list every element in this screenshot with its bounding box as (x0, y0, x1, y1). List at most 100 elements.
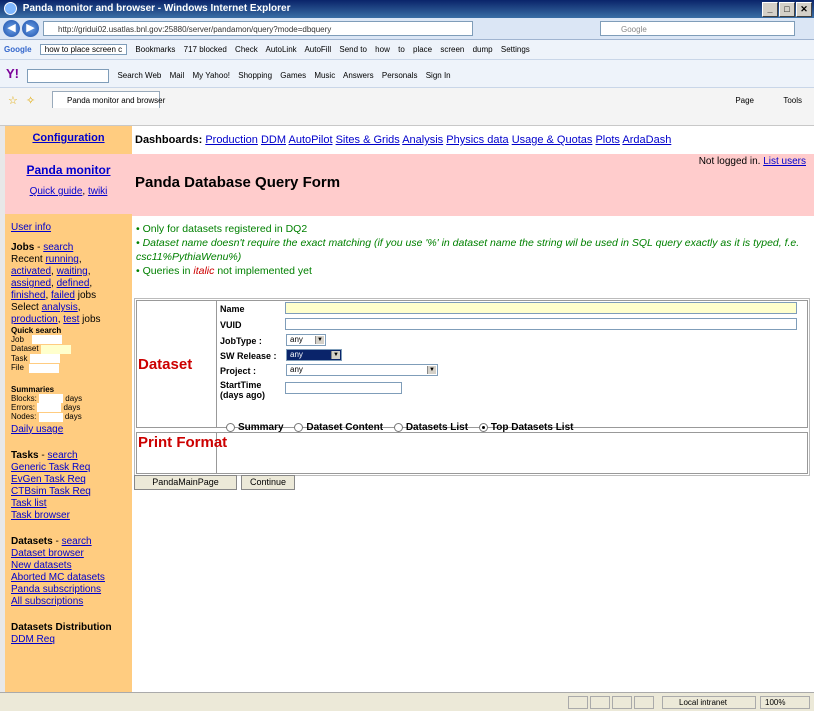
yahoo-toolbar-item[interactable]: Answers (343, 71, 374, 80)
panda-monitor-link[interactable]: Panda monitor (11, 164, 126, 176)
yahoo-toolbar-item[interactable]: Shopping (238, 71, 272, 80)
configuration-link[interactable]: Configuration (11, 132, 126, 144)
back-icon[interactable]: ◀ (3, 20, 20, 37)
errors-input[interactable] (37, 403, 62, 413)
google-search-box[interactable]: how to place screen c (39, 44, 128, 55)
nodes-input[interactable] (38, 412, 63, 422)
yahoo-toolbar-item[interactable]: Mail (170, 71, 185, 80)
tools-menu[interactable]: Tools (783, 90, 802, 112)
yahoo-toolbar-item[interactable]: Search Web (117, 71, 161, 80)
evgen-task-req-link[interactable]: EvGen Task Req (11, 474, 86, 485)
google-toolbar-item[interactable]: Send to (339, 45, 367, 54)
panda-subscriptions-link[interactable]: Panda subscriptions (11, 584, 101, 595)
google-toolbar-item[interactable]: to (398, 45, 405, 54)
dash-plots-link[interactable]: Plots (595, 134, 619, 146)
url-input[interactable]: http://gridui02.usatlas.bnl.gov:25880/se… (43, 21, 473, 36)
qs-file-input[interactable] (29, 363, 60, 373)
production-link[interactable]: production (11, 314, 58, 325)
add-favorites-icon[interactable]: ✧ (26, 90, 35, 112)
blocks-input[interactable] (39, 393, 64, 403)
qs-job-input[interactable] (32, 335, 63, 345)
daily-usage-link[interactable]: Daily usage (11, 424, 63, 435)
qs-task-input[interactable] (29, 354, 60, 364)
zoom-level[interactable]: 100% (760, 696, 810, 709)
maximize-button[interactable]: □ (779, 2, 795, 17)
dash-usage-quotas-link[interactable]: Usage & Quotas (512, 134, 593, 146)
google-toolbar-item[interactable]: screen (440, 45, 464, 54)
google-toolbar-item[interactable]: AutoFill (304, 45, 331, 54)
dash-sites-grids-link[interactable]: Sites & Grids (336, 134, 400, 146)
favorites-star-icon[interactable]: ☆ (8, 90, 18, 112)
forward-icon[interactable]: ▶ (22, 20, 39, 37)
jobtype-select[interactable]: any ▼ (286, 334, 326, 346)
google-toolbar-item[interactable]: Settings (501, 45, 530, 54)
task-list-link[interactable]: Task list (11, 498, 47, 509)
activated-link[interactable]: activated (11, 266, 51, 277)
test-link[interactable]: test (63, 314, 79, 325)
twiki-link[interactable]: twiki (88, 186, 107, 197)
yahoo-search-input[interactable] (27, 68, 110, 83)
generic-task-req-link[interactable]: Generic Task Req (11, 462, 90, 473)
failed-link[interactable]: failed (51, 290, 75, 301)
swrelease-select[interactable]: any ▼ (286, 349, 342, 361)
google-toolbar-item[interactable]: place (413, 45, 432, 54)
dataset-browser-link[interactable]: Dataset browser (11, 548, 84, 559)
running-link[interactable]: running (45, 254, 78, 265)
google-toolbar-item[interactable]: how (375, 45, 390, 54)
google-toolbar-item[interactable]: Bookmarks (135, 45, 175, 54)
dash-production-link[interactable]: Production (205, 134, 258, 146)
radio-top-datasets-list[interactable] (478, 422, 488, 432)
search-input[interactable]: Google (600, 21, 795, 36)
radio-top-datasets-list-label: Top Datasets List (490, 422, 574, 433)
page-menu[interactable]: Page (735, 90, 754, 112)
ctbsim-task-req-link[interactable]: CTBsim Task Req (11, 486, 91, 497)
tasks-search-link[interactable]: search (48, 450, 78, 461)
user-info-link[interactable]: User info (11, 222, 51, 233)
dash-analysis-link[interactable]: Analysis (402, 134, 443, 146)
defined-link[interactable]: defined (57, 278, 90, 289)
jobs-search-link[interactable]: search (43, 242, 73, 253)
name-input[interactable] (285, 302, 797, 314)
google-toolbar-item[interactable]: 717 blocked (184, 45, 227, 54)
datasets-search-link[interactable]: search (62, 536, 92, 547)
yahoo-toolbar-item[interactable]: Games (280, 71, 306, 80)
qs-dataset-input[interactable] (40, 344, 71, 354)
task-browser-link[interactable]: Task browser (11, 510, 70, 521)
tasks-section: Tasks - search Generic Task Req EvGen Ta… (11, 449, 91, 521)
minimize-button[interactable]: _ (762, 2, 778, 17)
dash-ddm-link[interactable]: DDM (261, 134, 286, 146)
vuid-input[interactable] (285, 318, 797, 330)
radio-dataset-content[interactable] (294, 422, 304, 432)
starttime-input[interactable] (285, 382, 402, 394)
continue-button[interactable]: Continue (241, 475, 295, 490)
ddm-req-link[interactable]: DDM Req (11, 634, 55, 645)
window-title: Panda monitor and browser - Windows Inte… (22, 3, 291, 14)
radio-summary[interactable] (226, 422, 235, 432)
aborted-mc-datasets-link[interactable]: Aborted MC datasets (11, 572, 105, 583)
waiting-link[interactable]: waiting (57, 266, 88, 277)
dash-autopilot-link[interactable]: AutoPilot (288, 134, 332, 146)
dashboards-bar: Dashboards: Production DDM AutoPilot Sit… (132, 126, 814, 154)
list-users-link[interactable]: List users (763, 156, 806, 167)
close-button[interactable]: ✕ (796, 2, 812, 17)
new-datasets-link[interactable]: New datasets (11, 560, 72, 571)
yahoo-toolbar-item[interactable]: Music (314, 71, 335, 80)
radio-datasets-list[interactable] (393, 422, 403, 432)
all-subscriptions-link[interactable]: All subscriptions (11, 596, 83, 607)
finished-link[interactable]: finished (11, 290, 45, 301)
nodes-label: Nodes: (11, 412, 37, 422)
panda-main-page-button[interactable]: PandaMainPage (134, 475, 237, 490)
dash-physics-data-link[interactable]: Physics data (446, 134, 508, 146)
google-toolbar-item[interactable]: AutoLink (266, 45, 297, 54)
google-toolbar-item[interactable]: dump (473, 45, 493, 54)
yahoo-toolbar-item[interactable]: Sign In (426, 71, 451, 80)
dash-ardadash-link[interactable]: ArdaDash (622, 134, 671, 146)
assigned-link[interactable]: assigned (11, 278, 51, 289)
quick-guide-link[interactable]: Quick guide (30, 186, 83, 197)
browser-tab[interactable]: Panda monitor and browser (52, 91, 165, 108)
google-toolbar-item[interactable]: Check (235, 45, 258, 54)
yahoo-toolbar-item[interactable]: Personals (382, 71, 418, 80)
analysis-link[interactable]: analysis (42, 302, 78, 313)
yahoo-toolbar-item[interactable]: My Yahoo! (192, 71, 230, 80)
project-select[interactable]: any ▼ (286, 364, 438, 376)
